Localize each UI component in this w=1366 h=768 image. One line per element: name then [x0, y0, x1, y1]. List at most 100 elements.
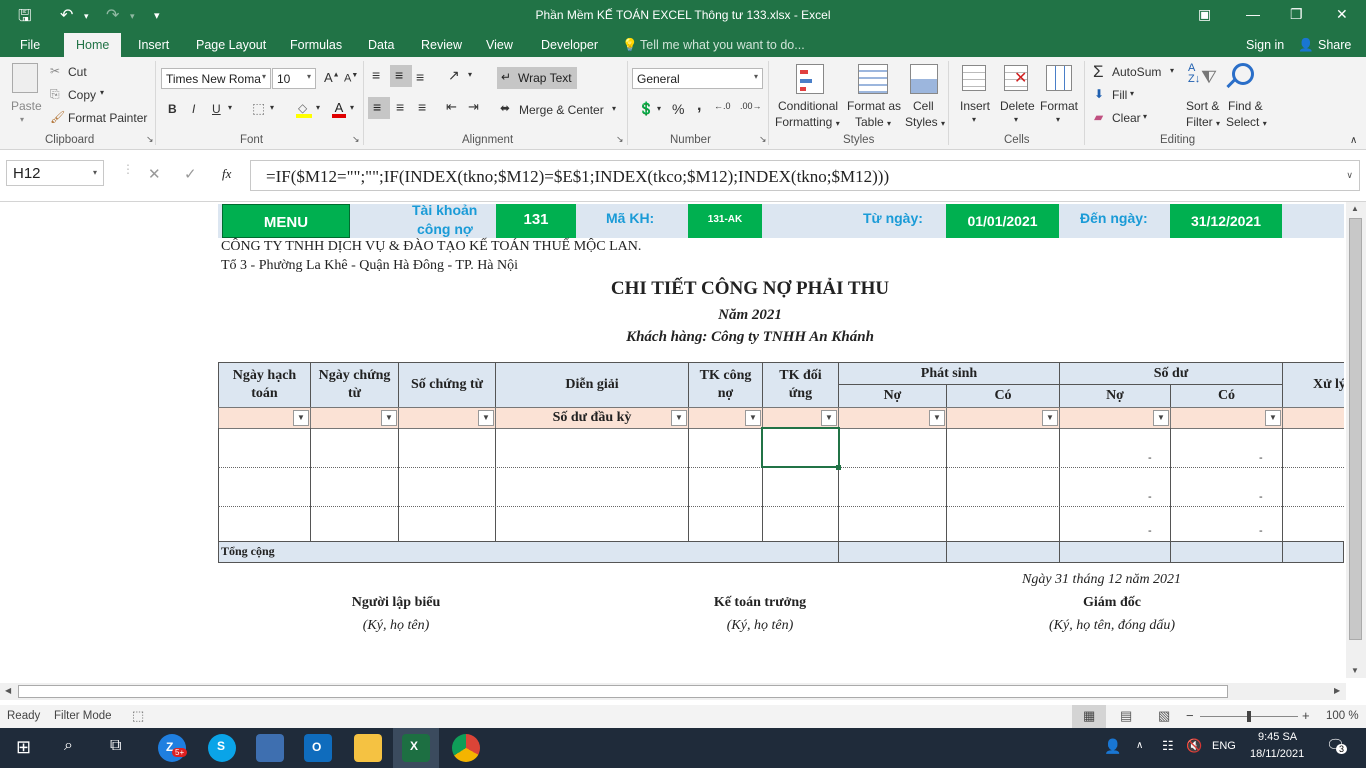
orientation-dropdown-icon[interactable]: ▾ [468, 70, 472, 79]
total-row[interactable] [218, 541, 1344, 563]
windows-start-icon[interactable]: ⊞ [16, 737, 31, 758]
task-view-icon[interactable]: ⧉ [110, 737, 121, 755]
collapse-ribbon-icon[interactable]: ∧ [1350, 135, 1357, 146]
bottom-align-icon[interactable]: ≡ [416, 69, 424, 85]
wrap-text-button[interactable]: ↵ Wrap Text [497, 67, 577, 89]
paste-icon[interactable] [12, 63, 38, 93]
tab-developer[interactable]: Developer [541, 38, 598, 52]
format-dropdown-icon[interactable]: ▾ [1056, 115, 1060, 124]
align-right-icon[interactable]: ≡ [418, 99, 426, 115]
close-icon[interactable]: ✕ [1336, 6, 1348, 23]
filter-dropdown-icon[interactable]: ▼ [381, 410, 397, 426]
zalo-icon[interactable]: Z 5+ [158, 734, 188, 762]
shrink-font-icon[interactable]: A▼ [344, 72, 358, 85]
zoom-level[interactable]: 100 % [1326, 710, 1359, 722]
align-left-icon[interactable]: ≡ [368, 97, 390, 119]
alignment-launcher-icon[interactable]: ↘ [616, 134, 624, 145]
paste-dropdown-icon[interactable]: ▾ [20, 115, 24, 124]
currency-dropdown-icon[interactable]: ▾ [657, 104, 661, 113]
merge-dropdown-icon[interactable]: ▾ [612, 104, 616, 113]
underline-button[interactable]: U [212, 102, 221, 116]
tab-page-layout[interactable]: Page Layout [196, 38, 266, 52]
people-icon[interactable]: 👤 [1104, 738, 1121, 755]
borders-icon[interactable]: ⬚ [252, 100, 265, 117]
excel-taskbar-button[interactable]: X [393, 728, 439, 768]
copy-dropdown-icon[interactable]: ▾ [100, 88, 104, 97]
filter-dropdown-icon[interactable]: ▼ [293, 410, 309, 426]
tab-view[interactable]: View [486, 38, 513, 52]
conditional-formatting-button[interactable]: Conditional [778, 99, 838, 113]
filter-dropdown-icon[interactable]: ▼ [745, 410, 761, 426]
volume-muted-icon[interactable]: 🔇 [1186, 738, 1202, 754]
increase-decimal-icon[interactable]: ←.0 [714, 101, 731, 111]
tab-insert[interactable]: Insert [138, 38, 169, 52]
scroll-right-icon[interactable]: ▶ [1334, 686, 1340, 695]
filter-dropdown-icon[interactable]: ▼ [671, 410, 687, 426]
language-indicator[interactable]: ENG [1212, 740, 1236, 752]
top-align-icon[interactable]: ≡ [372, 67, 380, 83]
zoom-out-icon[interactable]: − [1186, 708, 1194, 723]
styles-label[interactable]: Styles ▾ [905, 115, 945, 129]
filter-dropdown-icon[interactable]: ▼ [929, 410, 945, 426]
autosum-button[interactable]: AutoSum [1112, 65, 1161, 79]
search-icon[interactable]: ⌕ [64, 737, 73, 755]
outlook-icon[interactable]: O [304, 734, 332, 762]
page-layout-view-icon[interactable]: ▤ [1120, 708, 1132, 724]
cut-button[interactable]: Cut [68, 65, 87, 79]
formatting-label[interactable]: Formatting ▾ [775, 115, 840, 129]
percent-button[interactable]: % [672, 101, 684, 117]
insert-function-button[interactable]: fx [222, 166, 231, 182]
clear-button[interactable]: Clear [1112, 111, 1141, 125]
clear-dropdown-icon[interactable]: ▾ [1143, 112, 1147, 121]
orientation-icon[interactable]: ↗ [448, 67, 460, 84]
scroll-down-icon[interactable]: ▼ [1351, 666, 1359, 675]
insert-cells-button[interactable]: Insert [960, 99, 990, 113]
borders-dropdown-icon[interactable]: ▾ [270, 103, 274, 112]
decrease-indent-icon[interactable]: ⇤ [446, 99, 457, 115]
cell-styles-button[interactable]: Cell [913, 99, 934, 113]
grow-font-icon[interactable]: A▲ [324, 70, 340, 85]
decrease-decimal-icon[interactable]: .00→ [740, 101, 762, 111]
copy-button[interactable]: Copy [68, 88, 96, 102]
from-date-value[interactable]: 01/01/2021 [946, 204, 1059, 238]
enter-icon[interactable]: ✓ [184, 165, 197, 183]
to-date-value[interactable]: 31/12/2021 [1170, 204, 1282, 238]
restore-icon[interactable]: ❐ [1290, 6, 1303, 23]
tab-file[interactable]: File [20, 38, 40, 52]
selected-cell-h12[interactable] [761, 427, 840, 468]
filter-label[interactable]: Filter ▾ [1186, 115, 1220, 129]
app-icon[interactable] [256, 734, 284, 762]
autosum-dropdown-icon[interactable]: ▾ [1170, 66, 1174, 75]
fill-color-icon[interactable]: ◇ [296, 101, 312, 118]
format-painter-button[interactable]: Format Painter [68, 111, 147, 125]
clock-date[interactable]: 18/11/2021 [1250, 748, 1304, 760]
align-center-icon[interactable]: ≡ [396, 99, 404, 115]
share-button[interactable]: Share [1318, 38, 1351, 52]
normal-view-button[interactable]: ▦ [1072, 705, 1106, 728]
filter-dropdown-icon[interactable]: ▼ [1265, 410, 1281, 426]
minimize-icon[interactable]: — [1246, 6, 1260, 22]
zoom-slider-thumb[interactable] [1247, 711, 1251, 722]
fill-edit-dropdown-icon[interactable]: ▾ [1130, 89, 1134, 98]
comma-button[interactable]: , [697, 97, 701, 115]
page-break-view-icon[interactable]: ▧ [1158, 708, 1170, 724]
underline-dropdown-icon[interactable]: ▾ [228, 103, 232, 112]
fill-dropdown-icon[interactable]: ▾ [316, 103, 320, 112]
chrome-icon[interactable] [452, 734, 480, 762]
number-launcher-icon[interactable]: ↘ [759, 134, 767, 145]
clipboard-launcher-icon[interactable]: ↘ [146, 134, 154, 145]
bold-button[interactable]: B [168, 102, 177, 116]
delete-dropdown-icon[interactable]: ▾ [1014, 115, 1018, 124]
filter-dropdown-icon[interactable]: ▼ [821, 410, 837, 426]
select-label[interactable]: Select ▾ [1226, 115, 1267, 129]
scroll-left-icon[interactable]: ◀ [5, 686, 11, 695]
paste-button[interactable]: Paste [11, 99, 42, 113]
macro-record-icon[interactable]: ⬚ [132, 708, 144, 724]
horizontal-scroll-thumb[interactable] [18, 685, 1228, 698]
worksheet[interactable]: MENU Tài khoản công nợ 131 Mã KH: 131-AK… [0, 202, 1344, 678]
increase-indent-icon[interactable]: ⇥ [468, 99, 479, 115]
zoom-in-icon[interactable]: + [1302, 708, 1310, 723]
font-color-dropdown-icon[interactable]: ▾ [350, 103, 354, 112]
sign-in-link[interactable]: Sign in [1246, 38, 1284, 52]
fill-handle[interactable] [836, 465, 841, 470]
